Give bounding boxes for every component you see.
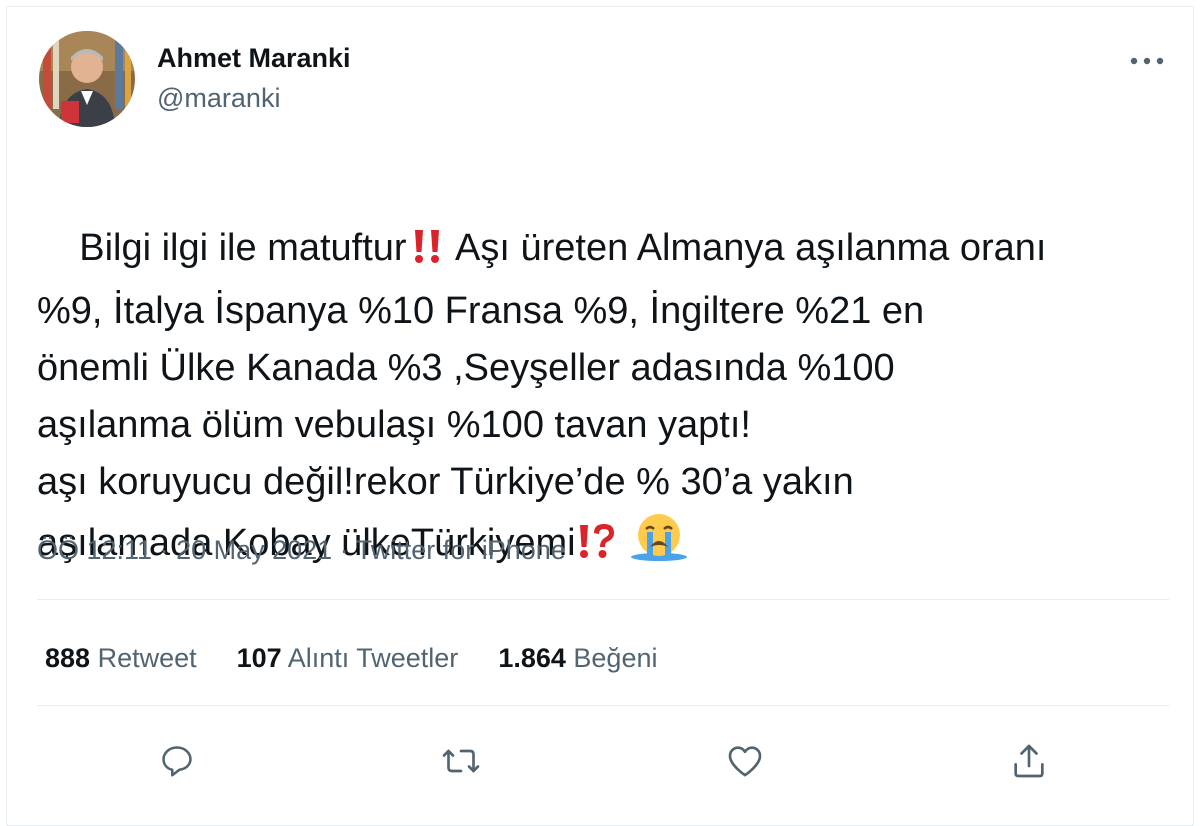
tweet-meta: ÖÖ 12:11 · 20 May 2021 · Twitter for iPh… (37, 535, 566, 566)
tweet-actions (7, 737, 1195, 785)
reply-button[interactable] (153, 737, 201, 785)
more-icon (1130, 57, 1164, 65)
exclamation-question-icon (576, 521, 620, 578)
retweet-count-link[interactable]: 888 Retweet (45, 643, 197, 674)
avatar[interactable] (39, 31, 135, 127)
tweet-card: Ahmet Maranki @maranki Bilgi ilgi ile ma… (6, 6, 1194, 826)
loudly-crying-face-icon (630, 511, 688, 578)
tweet-stats: 888 Retweet 107 Alıntı Tweetler 1.864 Be… (45, 643, 697, 674)
meta-separator: · (152, 535, 177, 565)
author-name[interactable]: Ahmet Maranki (157, 43, 351, 74)
tweet-time-link[interactable]: ÖÖ 12:11 (37, 535, 152, 565)
double-exclamation-icon (407, 226, 447, 283)
like-icon (728, 746, 762, 777)
tweet-source-link[interactable]: Twitter for iPhone (356, 535, 566, 565)
author-handle[interactable]: @maranki (157, 83, 280, 114)
tweet-text-segment: Bilgi ilgi ile matuftur (79, 227, 407, 269)
avatar-photo-icon (39, 31, 135, 127)
quote-label: Alıntı Tweetler (287, 643, 459, 673)
more-options-button[interactable] (1127, 41, 1167, 81)
meta-separator: · (332, 535, 356, 565)
retweet-icon (442, 749, 480, 773)
like-count-link[interactable]: 1.864 Beğeni (498, 643, 657, 674)
divider (37, 599, 1169, 600)
share-button[interactable] (1005, 737, 1053, 785)
quote-count: 107 (236, 643, 282, 673)
tweet-text-segment: Aşı üreten Almanya aşılanma oranı %9, İt… (37, 227, 1047, 564)
like-button[interactable] (721, 737, 769, 785)
retweet-button[interactable] (437, 737, 485, 785)
retweet-label: Retweet (97, 643, 197, 673)
divider (37, 705, 1169, 706)
share-icon (1014, 744, 1044, 778)
tweet-date-link[interactable]: 20 May 2021 (176, 535, 332, 565)
quote-count-link[interactable]: 107 Alıntı Tweetler (237, 643, 459, 674)
like-label: Beğeni (573, 643, 658, 673)
retweet-count: 888 (45, 643, 91, 673)
like-count: 1.864 (498, 643, 566, 673)
tweet-text-segment (620, 522, 631, 564)
reply-icon (162, 746, 192, 777)
